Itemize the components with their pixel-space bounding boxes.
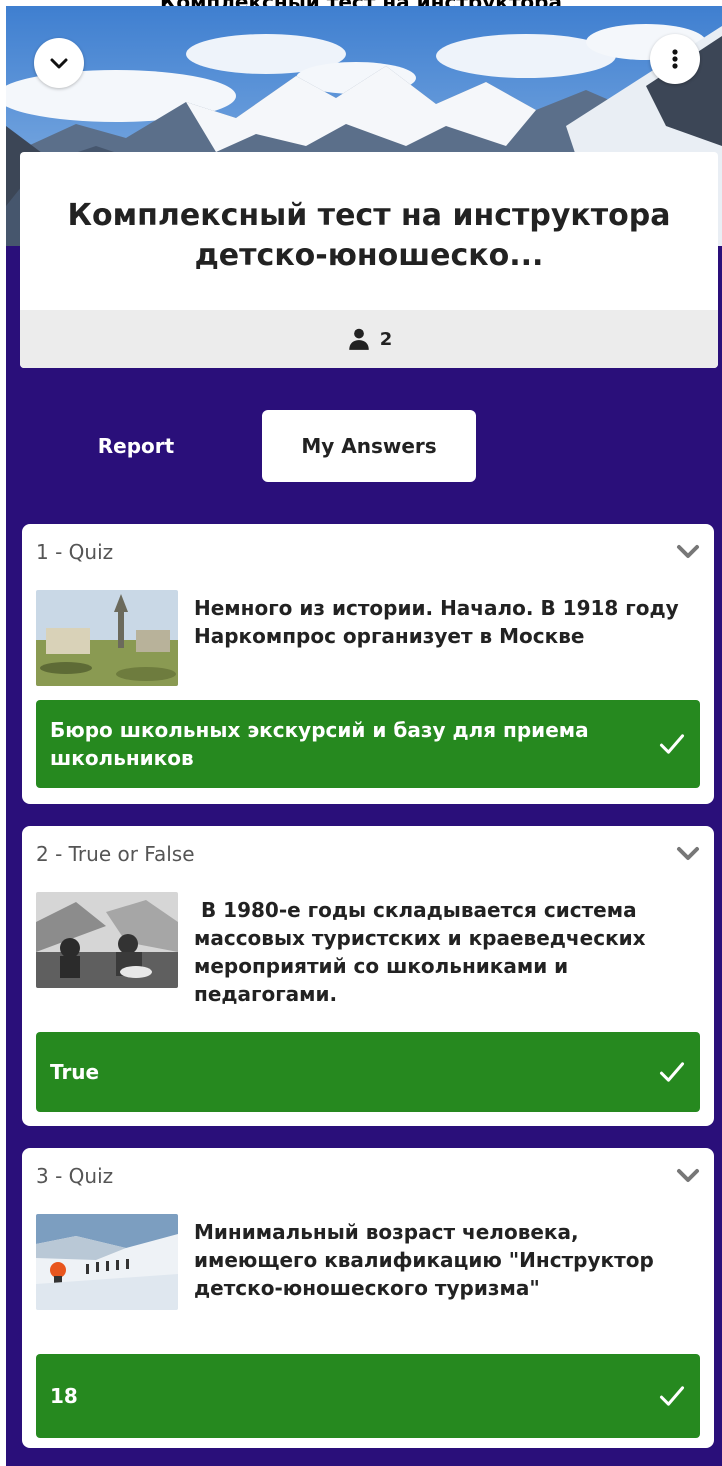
question-card-3[interactable]: 3 - Quiz Минимальный возраст человека, и… [22,1148,714,1448]
question-image [36,892,178,988]
question-header: 3 - Quiz [36,1164,114,1188]
question-image [36,590,178,686]
chevron-down-icon[interactable] [676,846,700,862]
question-text: Немного из истории. Начало. В 1918 году … [194,596,679,648]
app-screen: Комплексный тест на инструктора детско-ю… [6,6,722,1466]
answer-correct: Бюро школьных экскурсий и базу для прием… [36,700,700,788]
answer-correct: True [36,1032,700,1112]
question-card-1[interactable]: 1 - Quiz Немного из истории. Начало. В 1… [22,524,714,804]
question-text: Минимальный возраст человека, имеющего к… [194,1220,654,1300]
more-vertical-icon [672,49,678,69]
answer-text: Бюро школьных экскурсий и базу для прием… [50,718,589,770]
person-icon [348,328,369,350]
answer-text: True [50,1060,100,1084]
tab-bar: Report My Answers [6,410,722,482]
participants-bar: 2 [20,310,718,368]
answer-correct: 18 [36,1354,700,1438]
tab-report[interactable]: Report [66,416,206,476]
check-icon [659,1386,685,1406]
chevron-down-icon[interactable] [676,544,700,560]
chevron-down-icon[interactable] [676,1168,700,1184]
check-icon [659,1062,685,1082]
question-image [36,1214,178,1310]
more-options-button[interactable] [650,34,700,84]
quiz-title-card: Комплексный тест на инструктора детско-ю… [20,152,718,368]
question-text: В 1980-е годы складывается система массо… [194,898,653,1006]
quiz-title: Комплексный тест на инструктора детско-ю… [67,198,671,273]
question-card-2[interactable]: 2 - True or False В 1980-е годы складыва… [22,826,714,1126]
question-header: 2 - True or False [36,842,195,866]
participants-count: 2 [379,328,393,350]
collapse-button[interactable] [34,38,84,88]
chevron-down-icon [50,58,68,69]
question-header: 1 - Quiz [36,540,114,564]
answer-text: 18 [50,1384,78,1408]
check-icon [659,734,685,754]
tab-my-answers[interactable]: My Answers [262,410,476,482]
